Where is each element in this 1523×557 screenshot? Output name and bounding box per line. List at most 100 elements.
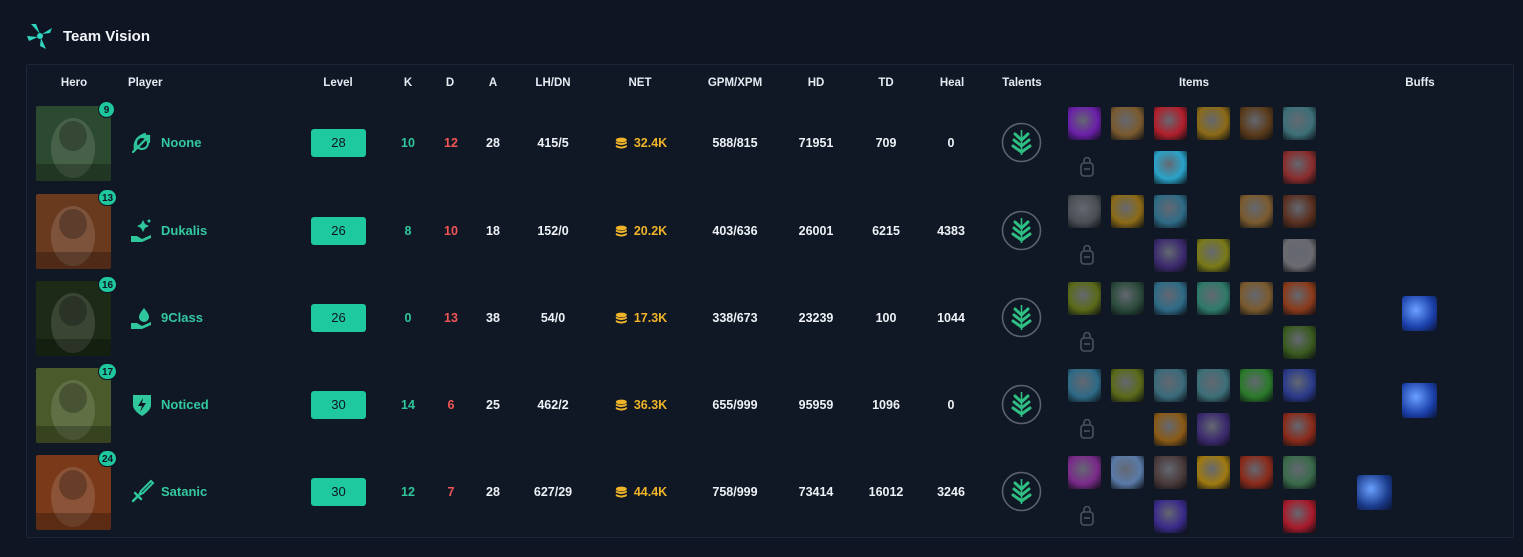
backpack-item-slot[interactable] (1283, 151, 1316, 184)
tower-damage-value: 16012 (868, 485, 904, 499)
kills-value: 10 (401, 136, 415, 150)
item-slot[interactable] (1068, 107, 1101, 140)
backpack-item-slot[interactable] (1154, 151, 1187, 184)
item-slot[interactable] (1240, 195, 1273, 228)
gpmxpm-value: 758/999 (712, 485, 758, 499)
deaths-value: 6 (447, 398, 455, 412)
item-slot[interactable] (1154, 456, 1187, 489)
net-worth-value: 36.3K (633, 398, 668, 412)
item-slot[interactable] (1111, 282, 1144, 315)
tower-damage-value: 1096 (872, 398, 900, 412)
player-name-link[interactable]: 9Class (161, 310, 203, 325)
item-slot[interactable] (1068, 456, 1101, 489)
item-slot[interactable] (1068, 369, 1101, 402)
backpack-item-slot[interactable] (1283, 500, 1316, 533)
item-slot[interactable] (1240, 282, 1273, 315)
hero-portrait[interactable] (36, 455, 111, 530)
buff-icon[interactable] (1357, 475, 1392, 510)
net-worth-value: 17.3K (633, 311, 668, 325)
table-row: 13 Dukalis 26 8 10 18 152/0 20.2K 403/636 26001 62… (27, 189, 1515, 276)
item-slot[interactable] (1154, 195, 1187, 228)
hero-level-badge: 24 (98, 450, 118, 467)
player-name-link[interactable]: Noticed (161, 397, 209, 412)
item-slot[interactable] (1283, 107, 1316, 140)
net-worth: 20.2K (615, 224, 667, 238)
item-slot[interactable] (1154, 107, 1187, 140)
bow-icon (131, 132, 151, 154)
buff-icon[interactable] (1402, 383, 1437, 418)
col-player: Player (128, 77, 163, 89)
gpmxpm-value: 403/636 (712, 224, 758, 238)
scoreboard-panel: Hero Player Level K D A LH/DN NET GPM/XP… (26, 64, 1514, 538)
gold-coins-icon (615, 312, 627, 324)
item-slot[interactable] (1111, 195, 1144, 228)
team-logo-icon (27, 24, 52, 49)
hero-portrait[interactable] (36, 281, 111, 356)
hero-damage-value: 73414 (798, 485, 834, 499)
hero-level-badge: 16 (98, 276, 118, 293)
net-worth: 32.4K (615, 136, 667, 150)
item-slot[interactable] (1283, 282, 1316, 315)
item-slot[interactable] (1154, 282, 1187, 315)
lhdn-value: 152/0 (537, 224, 569, 238)
backpack-item-slot[interactable] (1154, 500, 1187, 533)
net-worth-value: 20.2K (633, 224, 668, 238)
heal-value: 0 (947, 398, 955, 412)
hero-level-badge: 9 (98, 101, 115, 118)
buff-icon[interactable] (1402, 296, 1437, 331)
backpack-item-slot[interactable] (1283, 239, 1316, 272)
level-box: 28 (311, 129, 366, 157)
backpack-item-slot[interactable] (1154, 413, 1187, 446)
backpack-icon (1080, 245, 1094, 265)
gold-coins-icon (615, 137, 627, 149)
col-kills: K (403, 77, 413, 89)
item-slot[interactable] (1068, 195, 1101, 228)
heal-hand-icon (131, 219, 151, 242)
lhdn-value: 415/5 (537, 136, 569, 150)
item-slot[interactable] (1283, 195, 1316, 228)
item-slot[interactable] (1111, 456, 1144, 489)
player-name-link[interactable]: Noone (161, 135, 201, 150)
item-slot[interactable] (1197, 282, 1230, 315)
assists-value: 25 (486, 398, 500, 412)
table-row: 9 Noone 28 10 12 28 415/5 32.4K 588/815 71951 709 0 (27, 101, 1515, 188)
item-slot[interactable] (1197, 369, 1230, 402)
heal-value: 4383 (937, 224, 965, 238)
level-box: 26 (311, 304, 366, 332)
backpack-item-slot[interactable] (1197, 239, 1230, 272)
backpack-item-slot[interactable] (1283, 326, 1316, 359)
backpack-item-slot[interactable] (1154, 239, 1187, 272)
item-slot[interactable] (1240, 369, 1273, 402)
talent-tree-icon[interactable] (1001, 297, 1042, 338)
shield-bolt-icon (133, 395, 151, 416)
col-buffs: Buffs (1405, 77, 1435, 89)
item-slot[interactable] (1154, 369, 1187, 402)
player-name-link[interactable]: Satanic (161, 484, 207, 499)
assists-value: 38 (486, 311, 500, 325)
talent-tree-icon[interactable] (1001, 384, 1042, 425)
col-items: Items (1178, 77, 1210, 89)
backpack-item-slot[interactable] (1283, 413, 1316, 446)
item-slot[interactable] (1283, 456, 1316, 489)
item-slot[interactable] (1283, 369, 1316, 402)
item-slot[interactable] (1068, 282, 1101, 315)
item-slot[interactable] (1240, 107, 1273, 140)
talent-tree-icon[interactable] (1001, 210, 1042, 251)
heal-value: 1044 (937, 311, 965, 325)
lhdn-value: 54/0 (540, 311, 566, 325)
item-slot[interactable] (1197, 107, 1230, 140)
item-slot[interactable] (1197, 456, 1230, 489)
hero-portrait[interactable] (36, 194, 111, 269)
col-net: NET (628, 77, 652, 89)
item-slot[interactable] (1111, 107, 1144, 140)
hero-portrait[interactable] (36, 106, 111, 181)
team-title: Team Vision (63, 27, 150, 45)
talent-tree-icon[interactable] (1001, 122, 1042, 163)
backpack-item-slot[interactable] (1197, 413, 1230, 446)
item-slot[interactable] (1111, 369, 1144, 402)
tower-damage-value: 6215 (872, 224, 900, 238)
talent-tree-icon[interactable] (1001, 471, 1042, 512)
hero-portrait[interactable] (36, 368, 111, 443)
player-name-link[interactable]: Dukalis (161, 223, 207, 238)
item-slot[interactable] (1240, 456, 1273, 489)
